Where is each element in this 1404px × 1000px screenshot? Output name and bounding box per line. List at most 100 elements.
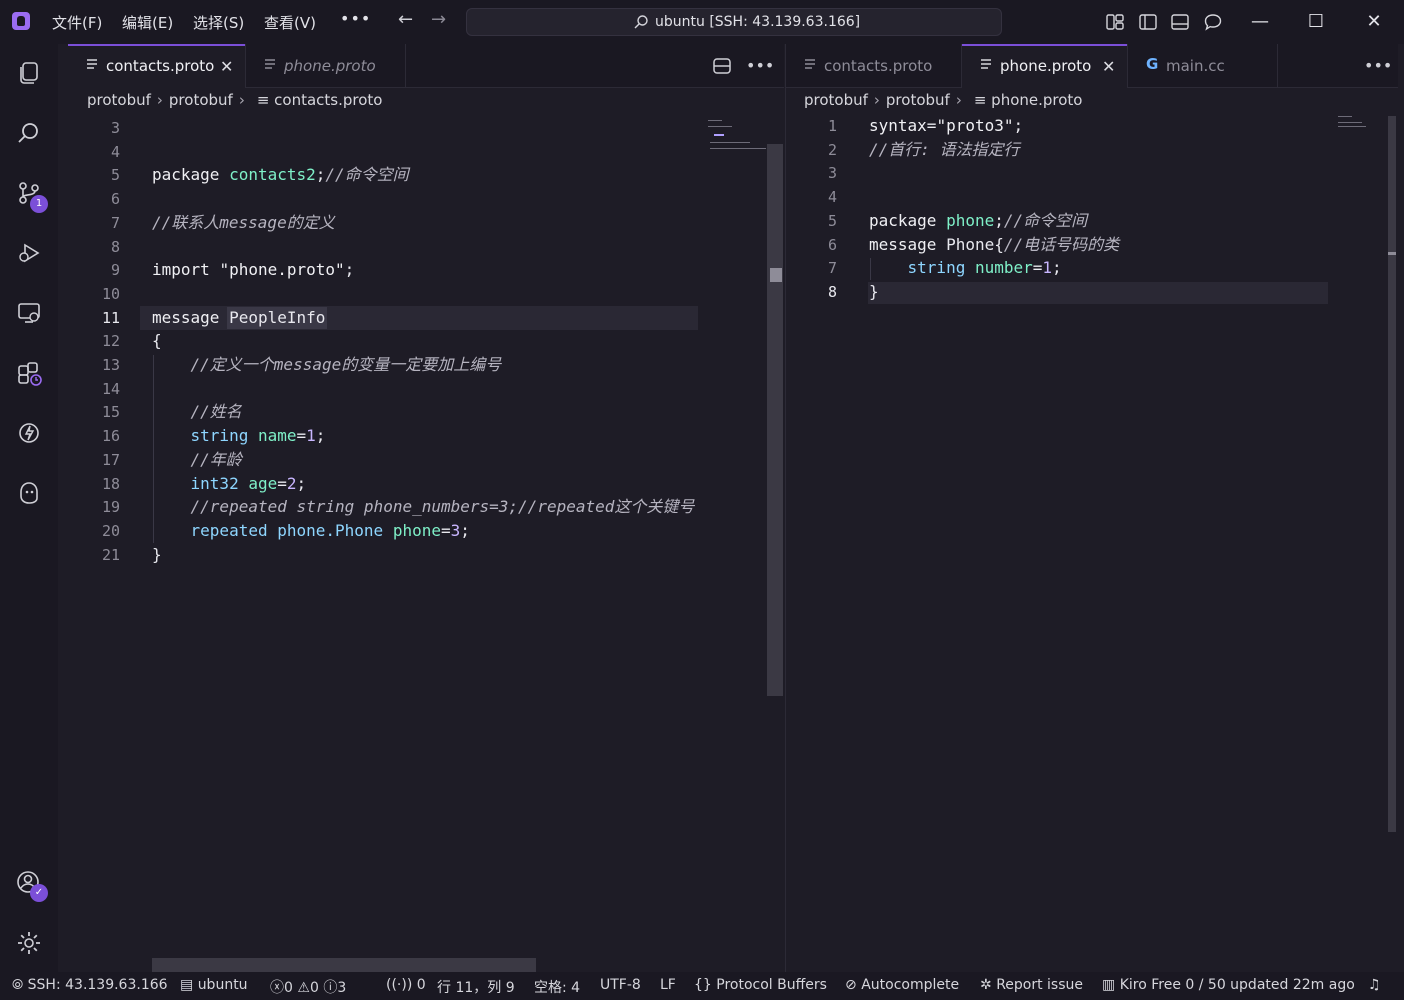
kiro-ghost-icon[interactable]	[16, 480, 42, 506]
code-line[interactable]: repeated phone.Phone phone=3;	[152, 519, 470, 543]
ports-indicator[interactable]: ((·)) 0	[386, 977, 426, 993]
more-menu-icon[interactable]: •••	[340, 9, 371, 28]
indentation[interactable]: 空格: 4	[534, 977, 580, 997]
code-token: =	[926, 116, 937, 135]
breadcrumb-folder[interactable]: protobuf	[804, 91, 868, 109]
toggle-sidebar-icon[interactable]	[1138, 12, 1158, 32]
line-number: 5	[110, 166, 120, 185]
code-line[interactable]: import "phone.proto";	[152, 258, 354, 282]
tab-contacts-proto[interactable]: contacts.proto ✕	[68, 44, 246, 88]
tab-phone-proto[interactable]: phone.proto	[246, 44, 406, 88]
code-token: import	[152, 260, 220, 280]
menu-selection[interactable]: 选择(S)	[193, 12, 244, 33]
kiro-spark-icon[interactable]	[16, 420, 42, 446]
code-line[interactable]: message Phone{//电话号码的类	[869, 233, 1119, 257]
minimize-button[interactable]: —	[1240, 8, 1280, 36]
breadcrumb-folder[interactable]: protobuf	[169, 91, 233, 109]
remote-explorer-icon[interactable]	[16, 300, 42, 326]
code-token: 1	[1042, 258, 1053, 278]
code-line[interactable]: string number=1;	[869, 256, 1062, 280]
remote-indicator[interactable]: ⦾ SSH: 43.139.63.166	[12, 977, 168, 993]
code-line[interactable]: {	[152, 329, 162, 353]
vertical-scrollbar-thumb[interactable]	[767, 144, 783, 696]
tab-phone-proto[interactable]: phone.proto ✕	[962, 44, 1128, 88]
code-token: package	[152, 165, 230, 185]
autocomplete-toggle[interactable]: ⊘ Autocomplete	[845, 977, 959, 993]
close-icon[interactable]: ✕	[220, 57, 233, 76]
code-line[interactable]: //姓名	[152, 400, 242, 424]
chevron-right-icon: ›	[873, 91, 880, 109]
group-divider[interactable]	[785, 44, 786, 972]
close-icon[interactable]: ✕	[1102, 57, 1115, 76]
menu-view[interactable]: 查看(V)	[264, 12, 316, 33]
title-bar: 文件(F) 编辑(E) 选择(S) 查看(V) ••• ← → ubuntu […	[0, 0, 1404, 44]
code-token: contacts2	[229, 165, 316, 185]
code-line[interactable]: //定义一个message的变量一定要加上编号	[152, 353, 502, 377]
source-control-badge: 1	[30, 195, 48, 213]
notifications-bell-icon[interactable]: ♫	[1368, 977, 1381, 993]
kiro-usage[interactable]: ▥ Kiro Free 0 / 50 updated 22m ago	[1102, 977, 1355, 993]
minimap[interactable]	[702, 116, 766, 156]
code-token: PeopleInfo	[229, 307, 326, 327]
breadcrumb-folder[interactable]: protobuf	[87, 91, 151, 109]
end-of-line[interactable]: LF	[660, 977, 676, 993]
code-line[interactable]: syntax="proto3";	[869, 114, 1023, 138]
code-line[interactable]: //联系人message的定义	[152, 211, 335, 235]
minimap[interactable]	[1336, 114, 1376, 134]
code-line[interactable]: //年龄	[152, 448, 242, 472]
settings-gear-icon[interactable]	[16, 930, 42, 956]
line-number: 19	[101, 498, 120, 517]
menu-edit[interactable]: 编辑(E)	[122, 12, 173, 33]
split-editor-icon[interactable]	[712, 56, 732, 76]
menu-file[interactable]: 文件(F)	[52, 12, 102, 33]
code-token: }	[869, 281, 879, 301]
explorer-icon[interactable]	[16, 60, 42, 86]
code-line[interactable]: //首行: 语法指定行	[869, 138, 1020, 162]
code-line[interactable]: int32 age=2;	[152, 472, 307, 496]
back-arrow-icon[interactable]: ←	[398, 9, 413, 30]
code-line[interactable]: message PeopleInfo	[152, 306, 325, 330]
more-actions-icon[interactable]: •••	[746, 56, 774, 75]
code-token: "proto3"	[936, 116, 1014, 135]
language-mode[interactable]: {} Protocol Buffers	[694, 977, 827, 993]
code-line[interactable]: package contacts2;//命令空间	[152, 163, 409, 187]
report-issue[interactable]: ✲ Report issue	[980, 977, 1083, 993]
toggle-panel-icon[interactable]	[1170, 12, 1190, 32]
host-icon: ▤	[180, 977, 198, 993]
host-indicator[interactable]: ▤ ubuntu	[180, 977, 248, 993]
breadcrumb-folder[interactable]: protobuf	[886, 91, 950, 109]
tab-main-cc[interactable]: G main.cc	[1128, 44, 1278, 88]
cursor-position[interactable]: 行 11，列 9	[437, 977, 515, 997]
customize-layout-icon[interactable]	[1105, 12, 1125, 32]
more-actions-icon[interactable]: •••	[1364, 56, 1392, 75]
command-center-search[interactable]: ubuntu [SSH: 43.139.63.166]	[466, 8, 1002, 36]
encoding[interactable]: UTF-8	[600, 977, 641, 993]
tab-contacts-proto[interactable]: contacts.proto	[786, 44, 962, 88]
chat-icon[interactable]	[1203, 12, 1223, 32]
maximize-button[interactable]: ☐	[1296, 8, 1336, 36]
run-debug-icon[interactable]	[16, 240, 42, 266]
code-line[interactable]: //repeated string phone_numbers=3;//repe…	[152, 495, 695, 519]
code-token: repeated phone.Phone	[190, 520, 393, 540]
code-line[interactable]: string name=1;	[152, 424, 326, 448]
breadcrumb-file[interactable]: phone.proto	[991, 91, 1082, 109]
line-number: 2	[827, 140, 837, 159]
code-line[interactable]: }	[869, 280, 879, 304]
code-editor-phone[interactable]: syntax="proto3";//首行: 语法指定行 package phone…	[869, 114, 1369, 314]
tab-label: phone.proto	[284, 57, 376, 75]
code-editor-contacts[interactable]: package contacts2;//命令空间 //联系人message的定义 i…	[152, 116, 698, 576]
close-window-button[interactable]: ✕	[1354, 8, 1394, 36]
search-view-icon[interactable]	[16, 120, 42, 146]
code-line[interactable]: package phone;//命令空间	[869, 209, 1087, 233]
breadcrumb-file[interactable]: contacts.proto	[274, 91, 382, 109]
forward-arrow-icon[interactable]: →	[431, 9, 446, 30]
problems-indicator[interactable]: ⓧ0 ⚠0 ⓘ3	[270, 977, 346, 997]
code-token: =	[296, 426, 307, 446]
code-token: ;	[460, 520, 470, 540]
code-line[interactable]: }	[152, 543, 162, 567]
app-logo-icon	[12, 12, 30, 30]
line-number: 13	[101, 356, 120, 374]
line-number: 17	[101, 450, 120, 469]
horizontal-scrollbar-thumb[interactable]	[152, 958, 536, 972]
extensions-timeline-icon[interactable]	[16, 360, 42, 386]
